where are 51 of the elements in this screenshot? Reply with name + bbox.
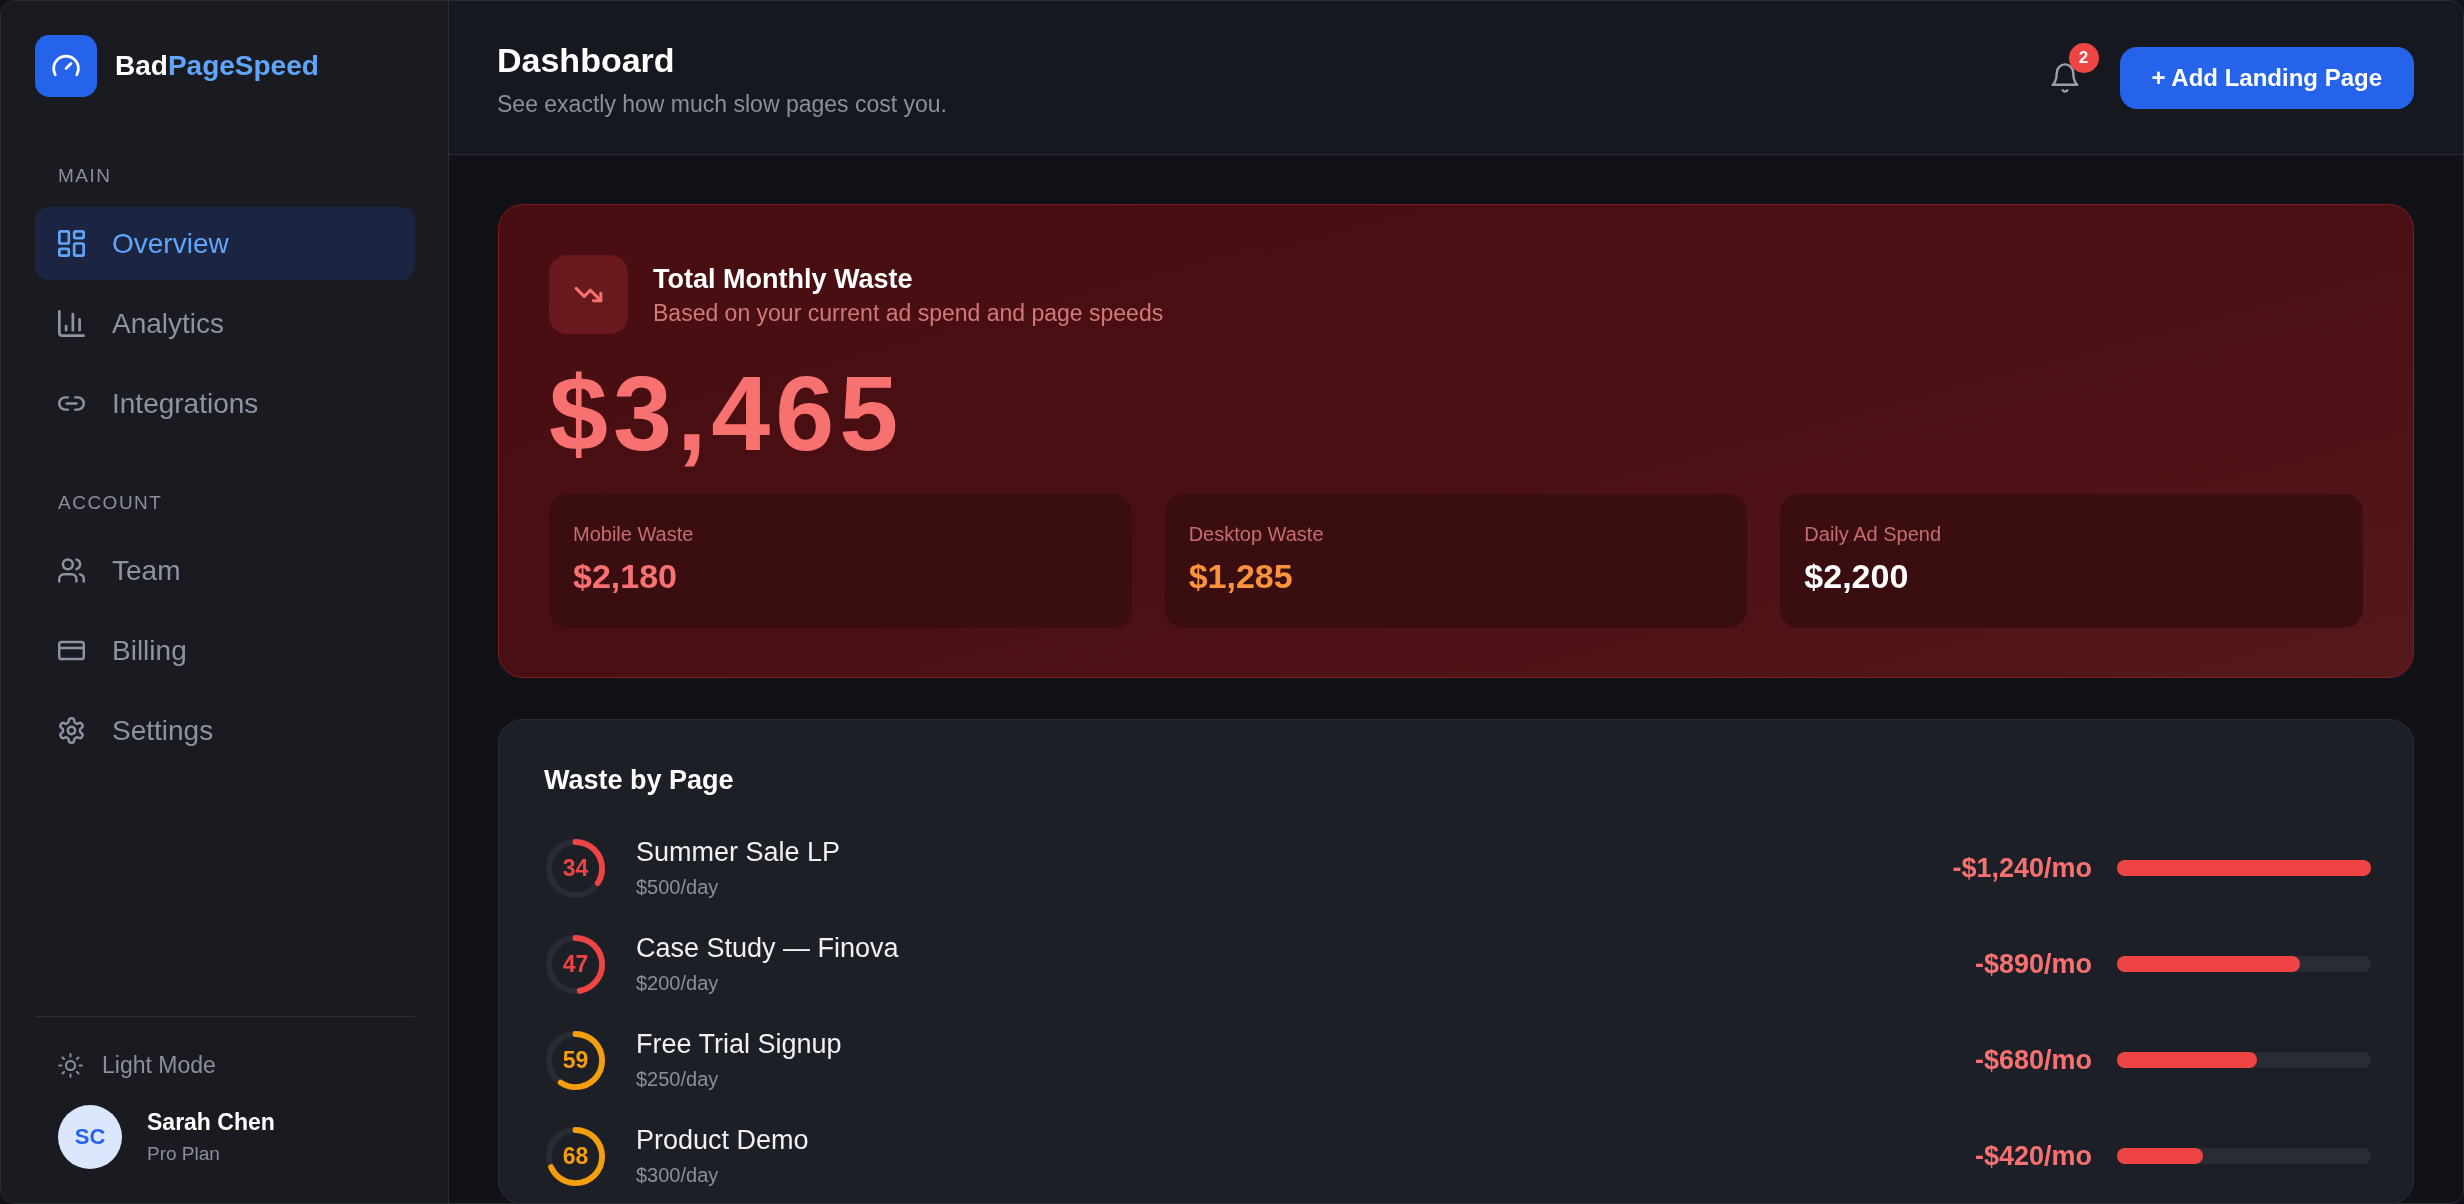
page-title: Dashboard: [497, 39, 676, 80]
score-value: 59: [562, 1047, 589, 1073]
gauge-logo-icon: [35, 35, 97, 97]
metric-value: $2,200: [1804, 556, 1910, 596]
dashboard-grid-icon: [58, 230, 85, 257]
monthly-waste: -$420/mo: [1974, 1140, 2092, 1172]
nav-item[interactable]: Billing: [35, 614, 415, 687]
nav-item[interactable]: Analytics: [35, 287, 415, 360]
settings-icon: [58, 717, 85, 744]
metric-label: Desktop Waste: [1188, 522, 1325, 547]
nav-item[interactable]: Team: [35, 534, 415, 607]
section-title: Waste by Page: [544, 764, 735, 796]
nav-section-heading: MAIN: [57, 164, 113, 188]
sun-icon: [58, 1052, 83, 1078]
summary-subtitle: Based on your current ad spend and page speeds: [653, 298, 1164, 327]
daily-spend: $200/day: [636, 971, 720, 996]
add-landing-page-button[interactable]: + Add Landing Page: [2119, 46, 2414, 109]
nav-item[interactable]: Overview: [35, 207, 415, 280]
metric-value: $2,180: [573, 556, 678, 596]
page-name: Product Demo: [636, 1124, 809, 1156]
monthly-waste: -$1,240/mo: [1952, 852, 2092, 884]
score-value: 47: [562, 951, 589, 977]
metric-value: $1,285: [1188, 556, 1294, 596]
light-mode-toggle[interactable]: Light Mode: [58, 1051, 216, 1079]
page-name: Case Study — Finova: [636, 932, 899, 964]
daily-spend: $300/day: [636, 1163, 720, 1188]
brand-name: BadPageSpeed: [115, 49, 319, 83]
user-name: Sarah Chen: [147, 1108, 275, 1136]
metric-label: Mobile Waste: [573, 522, 695, 547]
summary-title: Total Monthly Waste: [653, 262, 914, 295]
bar-chart-icon: [58, 310, 85, 337]
page-name: Summer Sale LP: [636, 836, 841, 868]
score-value: 34: [562, 855, 589, 881]
users-icon: [58, 557, 85, 584]
page-subtitle: See exactly how much slow pages cost you.: [497, 89, 947, 118]
trend-down-icon: [549, 255, 628, 334]
notification-bell-icon[interactable]: [2049, 62, 2080, 93]
nav-item[interactable]: Settings: [35, 694, 415, 767]
daily-spend: $500/day: [636, 875, 720, 900]
total-waste-value: $3,465: [549, 358, 904, 468]
daily-spend: $250/day: [636, 1067, 720, 1092]
nav-item[interactable]: Integrations: [35, 367, 415, 440]
monthly-waste: -$680/mo: [1974, 1044, 2092, 1076]
user-avatar: SC: [58, 1105, 122, 1169]
monthly-waste: -$890/mo: [1974, 948, 2092, 980]
user-plan: Pro Plan: [147, 1142, 221, 1166]
metric-label: Daily Ad Spend: [1804, 522, 1943, 547]
page-name: Free Trial Signup: [636, 1028, 842, 1060]
nav-section-heading: ACCOUNT: [57, 491, 164, 515]
score-value: 68: [562, 1143, 589, 1169]
notification-badge: 2: [2068, 42, 2099, 73]
